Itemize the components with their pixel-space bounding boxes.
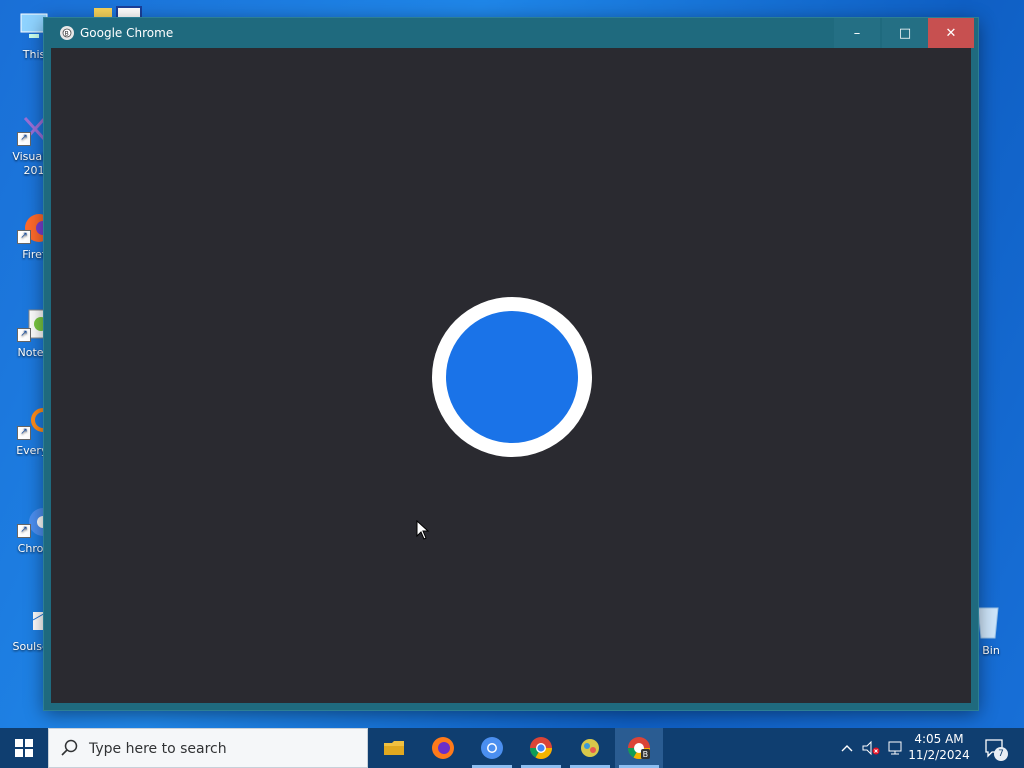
shortcut-arrow-icon: ↗ bbox=[17, 132, 31, 146]
taskbar-search-box[interactable]: Type here to search bbox=[48, 728, 368, 768]
network-icon bbox=[888, 741, 902, 755]
show-hidden-icons-button[interactable] bbox=[838, 728, 856, 768]
mouse-cursor-icon bbox=[416, 520, 430, 540]
close-button[interactable]: ✕ bbox=[928, 18, 974, 48]
taskbar-app-firefox[interactable] bbox=[419, 728, 467, 768]
volume-button[interactable] bbox=[860, 728, 882, 768]
svg-text:B: B bbox=[65, 31, 69, 38]
desktop-icon-label: e Bin bbox=[972, 644, 1000, 657]
taskbar: Type here to search B 4:05 AM 11/2/2024 … bbox=[0, 728, 1024, 768]
folder-icon bbox=[94, 8, 112, 18]
paint-app-icon bbox=[581, 739, 599, 757]
chrome-beta-icon: B bbox=[60, 26, 74, 40]
clock-date: 11/2/2024 bbox=[908, 748, 970, 762]
chrome-window: B Google Chrome – □ ✕ bbox=[44, 18, 978, 710]
maximize-button[interactable]: □ bbox=[882, 18, 928, 48]
taskbar-clock[interactable]: 4:05 AM 11/2/2024 bbox=[904, 731, 974, 763]
minimize-button[interactable]: – bbox=[834, 18, 880, 48]
recycle-bin-icon bbox=[977, 607, 999, 639]
network-button[interactable] bbox=[884, 728, 906, 768]
chrome-icon bbox=[530, 737, 552, 759]
search-placeholder: Type here to search bbox=[89, 741, 227, 757]
firefox-icon bbox=[432, 737, 454, 759]
taskbar-app-chrome[interactable] bbox=[517, 728, 565, 768]
search-icon bbox=[61, 739, 78, 756]
shortcut-arrow-icon: ↗ bbox=[17, 328, 31, 342]
close-icon: ✕ bbox=[945, 25, 957, 41]
minimize-icon: – bbox=[853, 25, 861, 41]
volume-muted-icon bbox=[862, 740, 880, 756]
window-titlebar[interactable]: B Google Chrome – □ ✕ bbox=[44, 18, 978, 48]
chrome-beta-icon: B bbox=[628, 737, 650, 759]
chromium-icon bbox=[481, 737, 503, 759]
shortcut-arrow-icon: ↗ bbox=[17, 426, 31, 440]
windows-logo-icon bbox=[15, 739, 33, 757]
loading-circle bbox=[432, 297, 592, 457]
window-title: Google Chrome bbox=[80, 26, 174, 40]
window-content bbox=[51, 48, 971, 703]
notification-count-badge: 7 bbox=[994, 747, 1008, 761]
chevron-up-icon bbox=[841, 745, 853, 752]
svg-text:B: B bbox=[643, 750, 649, 759]
maximize-icon: □ bbox=[898, 25, 912, 41]
shortcut-arrow-icon: ↗ bbox=[17, 230, 31, 244]
taskbar-app-paint[interactable] bbox=[566, 728, 614, 768]
clock-time: 4:05 AM bbox=[914, 732, 964, 746]
loading-circle-inner bbox=[446, 311, 578, 443]
taskbar-app-file-explorer[interactable] bbox=[370, 728, 418, 768]
start-button[interactable] bbox=[0, 728, 48, 768]
shortcut-arrow-icon: ↗ bbox=[17, 524, 31, 538]
taskbar-app-chrome-beta[interactable]: B bbox=[615, 728, 663, 768]
taskbar-app-chromium[interactable] bbox=[468, 728, 516, 768]
action-center-button[interactable]: 7 bbox=[980, 728, 1010, 768]
file-explorer-icon bbox=[384, 741, 404, 755]
desktop-icon-recycle-bin[interactable]: e Bin bbox=[972, 604, 1022, 657]
